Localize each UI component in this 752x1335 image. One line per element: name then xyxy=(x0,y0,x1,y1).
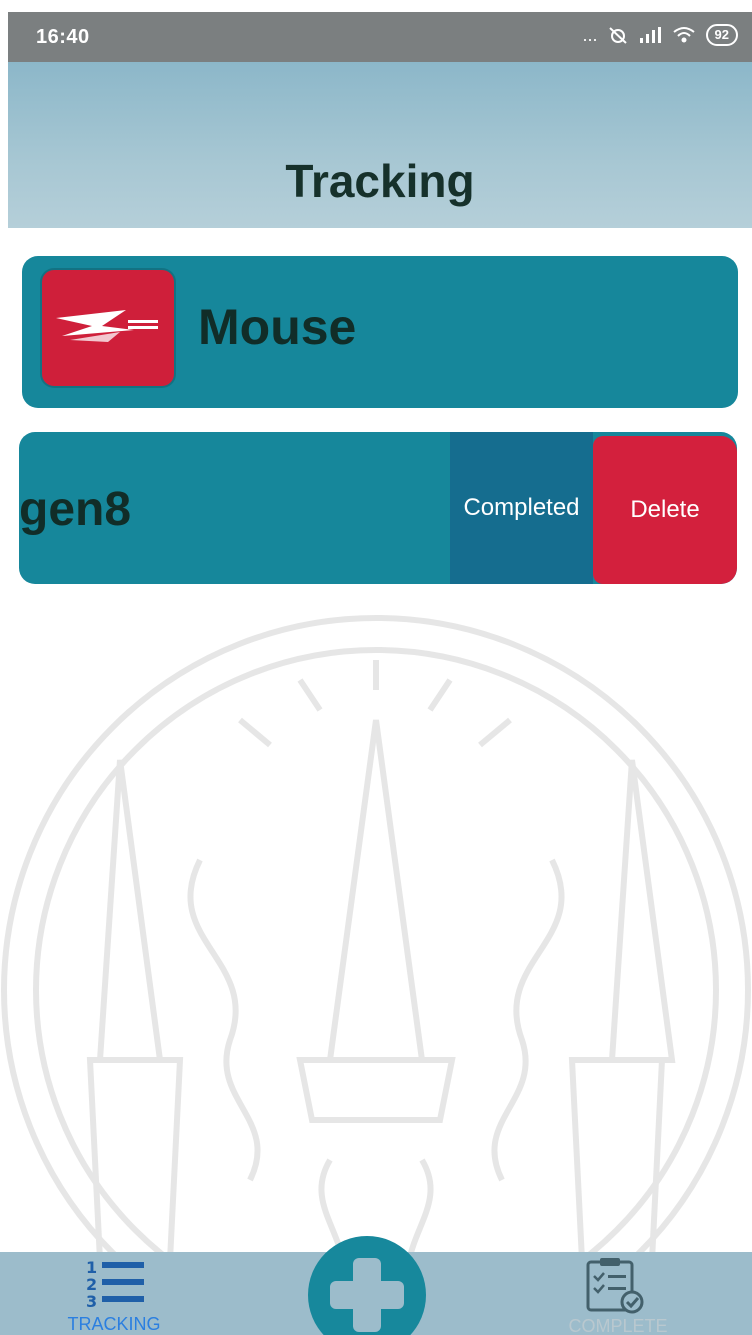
tracking-item-name: gen8 xyxy=(19,483,132,536)
clipboard-check-icon xyxy=(586,1258,644,1314)
alarm-off-icon xyxy=(608,27,627,44)
plus-icon xyxy=(330,1258,404,1332)
dots-icon: ... xyxy=(582,24,598,45)
tab-complete-label: COMPLETE xyxy=(568,1316,668,1335)
numbered-list-icon: 1 2 3 xyxy=(86,1258,144,1311)
signal-icon xyxy=(639,27,661,43)
tracking-item-gen8[interactable]: gen8 Completed Delete xyxy=(19,432,737,584)
status-time: 16:40 xyxy=(36,26,90,48)
tab-tracking[interactable]: 1 2 3 TRACKING xyxy=(54,1256,174,1334)
tracking-item-name: Mouse xyxy=(198,299,357,355)
thailand-post-logo-icon xyxy=(42,270,174,386)
tab-complete[interactable]: COMPLETE xyxy=(558,1256,678,1335)
status-bar: 16:40 ... 92 xyxy=(8,12,752,62)
tab-tracking-label: TRACKING xyxy=(67,1314,161,1334)
page-title: Tracking xyxy=(285,155,475,207)
status-icons: ... 92 xyxy=(583,24,738,46)
watermark-seal-icon xyxy=(1,615,751,1335)
app-header: Tracking xyxy=(8,62,752,228)
wifi-icon xyxy=(672,27,695,43)
completed-button[interactable]: Completed xyxy=(450,432,593,584)
add-tracking-button[interactable] xyxy=(308,1236,426,1335)
screen: 16:40 ... 92 Tracking Mouse gen8 Complet… xyxy=(0,0,752,1335)
battery-icon: 92 xyxy=(705,24,738,46)
svg-text:3: 3 xyxy=(86,1292,97,1311)
delete-button[interactable]: Delete xyxy=(593,436,737,584)
tracking-item-mouse[interactable]: Mouse xyxy=(22,256,738,408)
